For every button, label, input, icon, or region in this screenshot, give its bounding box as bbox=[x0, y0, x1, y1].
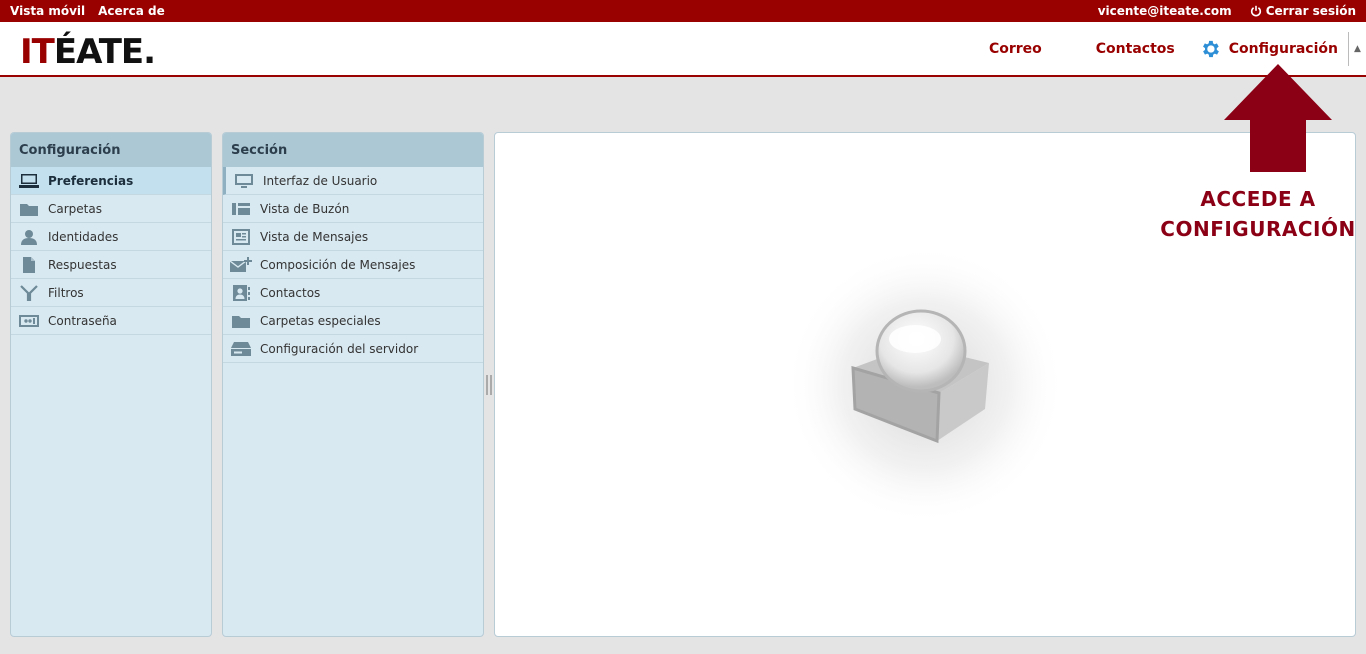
annotation-line-2: CONFIGURACIÓN bbox=[1160, 217, 1356, 241]
section-item-user-interface[interactable]: Interfaz de Usuario bbox=[223, 167, 483, 195]
annotation-text: ACCEDE A CONFIGURACIÓN bbox=[1150, 184, 1366, 244]
mailbox-view-icon bbox=[230, 200, 252, 218]
top-bar: Vista móvil Acerca de vicente@iteate.com… bbox=[0, 0, 1366, 22]
settings-item-label: Carpetas bbox=[48, 201, 102, 216]
settings-item-password[interactable]: Contraseña bbox=[11, 307, 211, 335]
settings-item-label: Preferencias bbox=[48, 173, 134, 188]
power-icon bbox=[1250, 5, 1261, 17]
annotation-line-1: ACCEDE A bbox=[1200, 187, 1316, 211]
nav-settings[interactable]: Configuración bbox=[1199, 38, 1338, 60]
nav-contacts[interactable]: Contactos bbox=[1096, 41, 1175, 57]
server-icon bbox=[230, 340, 252, 358]
folder-icon bbox=[18, 200, 40, 218]
settings-panel: Configuración Preferencias Carpetas Iden… bbox=[10, 132, 212, 637]
settings-item-preferences[interactable]: Preferencias bbox=[11, 167, 211, 195]
settings-item-label: Respuestas bbox=[48, 257, 117, 272]
about-link[interactable]: Acerca de bbox=[98, 4, 165, 18]
person-icon bbox=[18, 228, 40, 246]
section-item-label: Configuración del servidor bbox=[260, 341, 419, 356]
section-item-label: Carpetas especiales bbox=[260, 313, 381, 328]
collapse-header-toggle[interactable]: ▲ bbox=[1348, 31, 1366, 66]
section-item-label: Vista de Buzón bbox=[260, 201, 350, 216]
section-panel: Sección Interfaz de Usuario Vista de Buz… bbox=[222, 132, 484, 637]
nav-mail-label: Correo bbox=[988, 40, 1042, 57]
logout-label: Cerrar sesión bbox=[1265, 4, 1356, 18]
folder-icon bbox=[230, 312, 252, 330]
section-item-compose[interactable]: Composición de Mensajes bbox=[223, 251, 483, 279]
document-icon bbox=[18, 256, 40, 274]
roundcube-watermark bbox=[785, 245, 1065, 525]
logo-text-it: IT bbox=[20, 32, 55, 72]
settings-item-filters[interactable]: Filtros bbox=[11, 279, 211, 307]
contacts-icon bbox=[230, 284, 252, 302]
settings-item-label: Contraseña bbox=[48, 313, 117, 328]
monitor-icon bbox=[18, 172, 40, 190]
settings-item-identities[interactable]: Identidades bbox=[11, 223, 211, 251]
panel-splitter[interactable] bbox=[486, 375, 492, 395]
settings-item-label: Filtros bbox=[48, 285, 84, 300]
compose-icon bbox=[230, 256, 252, 274]
section-panel-title: Sección bbox=[223, 133, 483, 167]
section-item-label: Interfaz de Usuario bbox=[263, 173, 378, 188]
section-item-label: Composición de Mensajes bbox=[260, 257, 416, 272]
top-bar-links: Vista móvil Acerca de bbox=[10, 4, 165, 18]
monitor-icon bbox=[233, 172, 255, 190]
section-item-mailbox-view[interactable]: Vista de Buzón bbox=[223, 195, 483, 223]
logo[interactable]: ITÉATE. bbox=[20, 32, 156, 72]
section-item-special-folders[interactable]: Carpetas especiales bbox=[223, 307, 483, 335]
nav-mail[interactable]: Correo bbox=[989, 41, 1042, 57]
logout-button[interactable]: Cerrar sesión bbox=[1250, 4, 1356, 18]
message-view-icon bbox=[230, 228, 252, 246]
mobile-view-link[interactable]: Vista móvil bbox=[10, 4, 85, 18]
settings-item-responses[interactable]: Respuestas bbox=[11, 251, 211, 279]
settings-item-label: Identidades bbox=[48, 229, 119, 244]
section-item-server-settings[interactable]: Configuración del servidor bbox=[223, 335, 483, 363]
nav-contacts-label: Contactos bbox=[1095, 40, 1175, 57]
logo-text-rest: ÉATE. bbox=[53, 32, 156, 72]
section-item-label: Vista de Mensajes bbox=[260, 229, 369, 244]
gear-icon bbox=[1202, 40, 1219, 57]
password-icon bbox=[18, 312, 40, 330]
section-item-label: Contactos bbox=[260, 285, 321, 300]
header: ITÉATE. Correo Contactos Configuración ▲ bbox=[0, 22, 1366, 77]
nav-settings-label: Configuración bbox=[1228, 40, 1338, 57]
settings-panel-title: Configuración bbox=[11, 133, 211, 167]
top-bar-user: vicente@iteate.com Cerrar sesión bbox=[1098, 4, 1356, 18]
section-item-message-view[interactable]: Vista de Mensajes bbox=[223, 223, 483, 251]
section-item-contacts[interactable]: Contactos bbox=[223, 279, 483, 307]
settings-item-folders[interactable]: Carpetas bbox=[11, 195, 211, 223]
annotation-arrow-icon bbox=[1224, 64, 1332, 172]
filter-icon bbox=[18, 284, 40, 302]
user-email[interactable]: vicente@iteate.com bbox=[1098, 4, 1232, 18]
